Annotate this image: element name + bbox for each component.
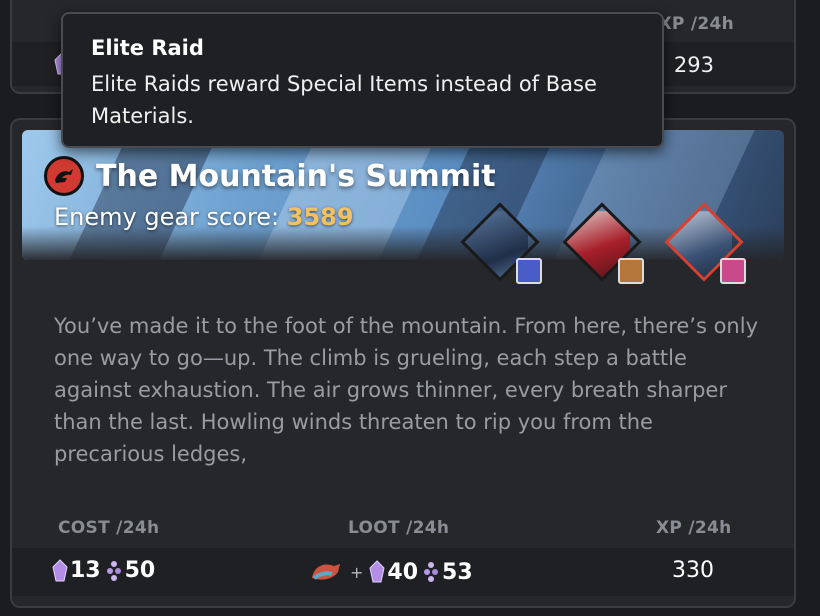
cost-label: COST /24h	[58, 518, 160, 538]
raid-description: You’ve made it to the foot of the mounta…	[54, 314, 759, 466]
raid-card[interactable]: The Mountain's Summit Enemy gear score: …	[10, 118, 796, 608]
raid-title: The Mountain's Summit	[96, 158, 496, 194]
gear-score-label: Enemy gear score:	[54, 203, 287, 231]
cost-gem-b-value: 50	[124, 558, 156, 583]
stats-values: 13 50 + 40 53 330	[12, 548, 794, 596]
water-class-icon	[516, 258, 542, 284]
xp-value: 330	[672, 558, 714, 583]
prev-xp-label: XP /24h	[658, 14, 734, 34]
energy-gem-icon	[369, 560, 385, 583]
tooltip-title: Elite Raid	[91, 36, 204, 60]
crystal-cluster-icon	[424, 562, 439, 582]
enemy-gear-score: Enemy gear score: 3589	[54, 203, 354, 231]
loot-values: + 40 53	[308, 558, 477, 586]
crystal-cluster-icon	[106, 560, 121, 581]
faction-dragon-icon	[44, 156, 84, 196]
loot-plus: +	[350, 562, 364, 582]
elite-raid-tooltip: Elite Raid Elite Raids reward Special It…	[61, 12, 664, 148]
gear-score-value: 3589	[286, 203, 354, 231]
stats-header: COST /24h LOOT /24h XP /24h	[12, 512, 794, 548]
loot-gem-a-value: 40	[387, 559, 419, 585]
xp-label: XP /24h	[656, 518, 732, 538]
cost-values: 13 50	[52, 558, 159, 583]
raid-title-row: The Mountain's Summit	[44, 156, 496, 196]
shield-class-icon	[618, 258, 644, 284]
special-item-icon	[312, 564, 340, 580]
enemy-heroes	[460, 200, 760, 290]
loot-gem-b-value: 53	[442, 559, 473, 585]
cost-gem-a-value: 13	[70, 558, 101, 583]
mystic-class-icon	[720, 258, 746, 284]
energy-gem-icon	[52, 558, 68, 581]
prev-xp-value: 293	[673, 53, 714, 77]
tooltip-body: Elite Raids reward Special Items instead…	[91, 72, 597, 128]
loot-label: LOOT /24h	[348, 518, 450, 538]
